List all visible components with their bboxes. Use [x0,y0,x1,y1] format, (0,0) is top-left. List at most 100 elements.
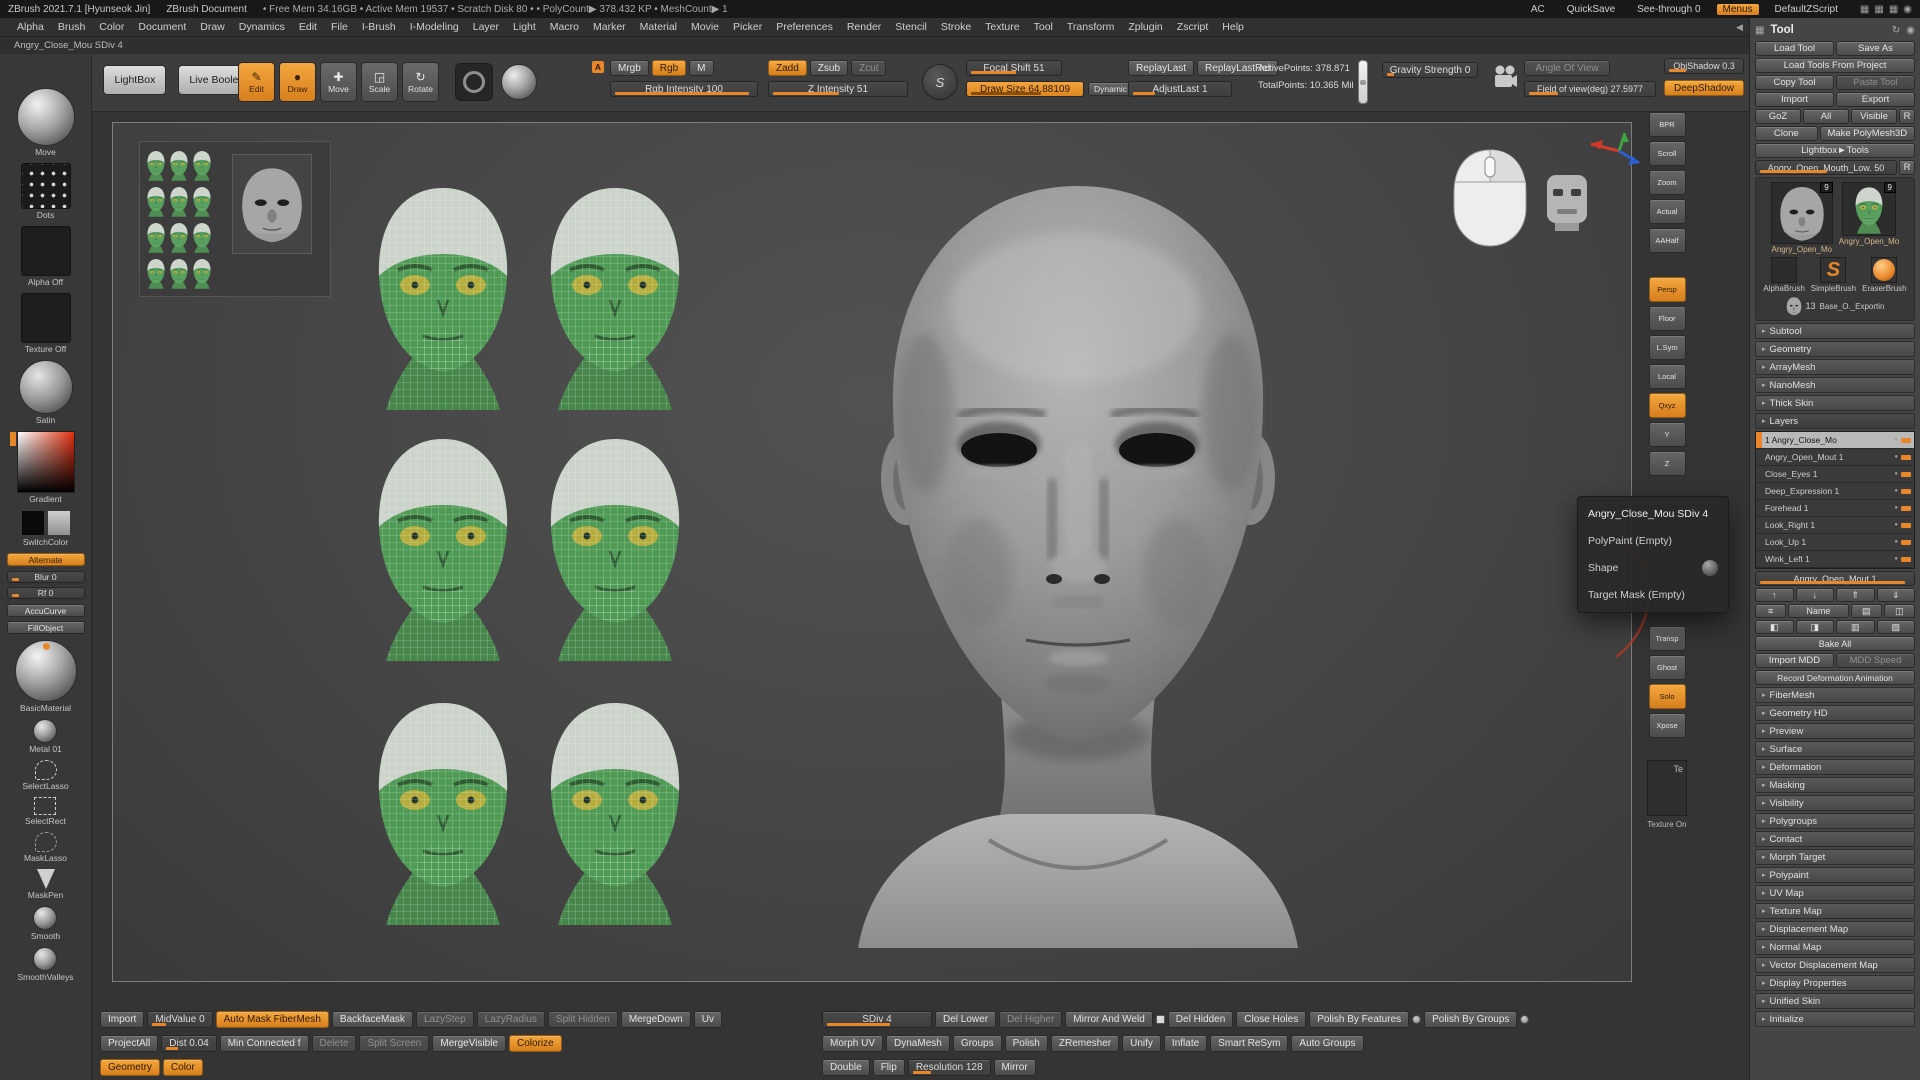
dynamic-button[interactable]: Dynamic [1088,82,1133,96]
bake-all-button[interactable]: Bake All [1755,636,1915,651]
menu-item[interactable]: Color [92,20,131,34]
menu-item[interactable]: Macro [543,20,586,34]
export-button[interactable]: Export [1836,92,1915,107]
zsub-button[interactable]: Zsub [810,60,848,76]
bottom-button[interactable]: Geometry [100,1059,160,1076]
bottom-button[interactable]: Mirror And Weld [1065,1011,1153,1028]
bottom-button[interactable]: Resolution 128 [908,1059,991,1076]
document-canvas[interactable] [112,122,1632,982]
switch-color[interactable]: SwitchColor [21,510,71,553]
stroke-type-icon[interactable]: S [922,64,958,100]
layers-section-header[interactable]: ▸ Layers [1755,413,1915,429]
bottom-button[interactable]: Inflate [1164,1035,1207,1052]
tool-name-slider[interactable]: Angry_Open_Mouth_Low. 50 [1755,160,1897,175]
layer-delete-button[interactable]: ⇓ [1877,588,1916,602]
lightbox-button[interactable]: LightBox [103,65,166,95]
angle-of-view-button[interactable]: Angle Of View [1524,60,1610,76]
mask-lasso-item[interactable]: MaskLasso [24,832,67,869]
draw-size-slider[interactable]: Draw Size 64.88109 [966,81,1084,97]
alternate-button[interactable]: Alternate [7,553,85,566]
layer-row[interactable]: Deep_Expression 1 ● [1756,483,1914,500]
menu-item[interactable]: Marker [586,20,633,34]
deep-shadow-button[interactable]: DeepShadow [1664,80,1744,96]
current-texture[interactable]: Texture Off [21,293,71,360]
bottom-button[interactable]: ProjectAll [100,1035,158,1052]
scale-button[interactable]: ◲ Scale [361,62,398,102]
menu-item[interactable]: Dynamics [232,20,292,34]
menu-item[interactable]: Edit [292,20,324,34]
rgb-button[interactable]: Rgb [652,60,686,76]
menu-item[interactable]: Stroke [934,20,978,34]
tool-r-button[interactable]: R [1899,160,1915,175]
popup-menu-item[interactable]: PolyPaint (Empty) [1578,527,1728,554]
goz-button[interactable]: GoZ [1755,109,1801,124]
current-brush[interactable]: Move [17,88,75,163]
layer-intensity-nub[interactable] [1901,489,1911,494]
accucurve-button[interactable]: AccuCurve [7,604,85,617]
menu-item[interactable]: Transform [1060,20,1121,34]
layer-row[interactable]: 1 Angry_Close_Mo ● [1756,432,1914,449]
palette-refresh-icon[interactable]: ↻ [1892,25,1900,36]
bottom-button[interactable]: LazyRadius [477,1011,545,1028]
main-color-swatch[interactable] [21,510,45,536]
fillobject-button[interactable]: FillObject [7,621,85,634]
bottom-button[interactable]: Flip [873,1059,905,1076]
layer-intensity-nub[interactable] [1901,506,1911,511]
zadd-button[interactable]: Zadd [768,60,807,76]
layer-down-button[interactable]: ↓ [1796,588,1835,602]
mask-pen-item[interactable]: MaskPen [28,869,63,906]
titlebar-button[interactable]: AC [1525,4,1551,15]
menu-item[interactable]: File [324,20,355,34]
select-lasso-item[interactable]: SelectLasso [22,760,68,797]
bottom-button[interactable]: Del Hidden [1168,1011,1233,1028]
menu-item[interactable]: Render [840,20,888,34]
layer-intensity-nub[interactable] [1901,438,1911,443]
bottom-button[interactable]: MergeVisible [432,1035,506,1052]
layer-row[interactable]: Close_Eyes 1 ● [1756,466,1914,483]
tool-section-bar[interactable]: ▸ Initialize [1755,1011,1915,1027]
bottom-button[interactable]: LazyStep [416,1011,474,1028]
tool-section-bar[interactable]: ▸ Deformation [1755,759,1915,775]
save-as-button[interactable]: Save As [1836,41,1915,56]
second-tool-thumb[interactable]: 9 Angry_Open_Mo [1839,182,1899,246]
layer-intensity-nub[interactable] [1901,557,1911,562]
lightbox-tools-button[interactable]: Lightbox►Tools [1755,143,1915,158]
tool-section-bar[interactable]: ▸ NanoMesh [1755,377,1915,393]
bottom-button[interactable]: Morph UV [822,1035,883,1052]
z-intensity-slider[interactable]: Z Intensity 51 [768,81,908,97]
tool-section-bar[interactable]: ▸ Unified Skin [1755,993,1915,1009]
popup-menu-item[interactable]: Shape [1578,554,1728,581]
tool-section-bar[interactable]: ▸ Displacement Map [1755,921,1915,937]
menu-item[interactable]: Alpha [10,20,51,34]
bottom-button[interactable]: MidValue 0 [147,1011,212,1028]
bottom-button[interactable]: Color [163,1059,203,1076]
menu-item[interactable]: Draw [193,20,232,34]
bottom-button[interactable]: Double [822,1059,870,1076]
secondary-color-swatch[interactable] [47,510,71,536]
right-shelf-button[interactable]: Actual [1649,199,1686,224]
points-vertical-slider[interactable] [1358,60,1368,104]
right-shelf-button[interactable]: Ghost [1649,655,1686,680]
menu-item[interactable]: I-Brush [355,20,403,34]
layer-half1-button[interactable]: ◧ [1755,620,1794,634]
right-shelf-button[interactable]: Persp [1649,277,1686,302]
field-of-view-slider[interactable]: Field of view(deg) 27.5977 [1524,81,1656,97]
right-shelf-button[interactable]: Solo [1649,684,1686,709]
bottom-button[interactable]: BackfaceMask [332,1011,413,1028]
tool-section-bar[interactable]: ▸ Subtool [1755,323,1915,339]
material-preview-icon[interactable] [501,64,537,100]
menu-item[interactable]: Picker [726,20,769,34]
menu-item[interactable]: I-Modeling [403,20,466,34]
layer-up-button[interactable]: ↑ [1755,588,1794,602]
menu-item[interactable]: Help [1215,20,1251,34]
reference-thumbnail-panel[interactable] [139,141,331,297]
palette-circle-icon[interactable]: ◉ [1906,25,1915,36]
tool-section-bar[interactable]: ▸ Thick Skin [1755,395,1915,411]
bottom-button[interactable]: DynaMesh [886,1035,950,1052]
right-shelf-button[interactable]: Scroll [1649,141,1686,166]
edit-button[interactable]: ✎ Edit [238,62,275,102]
alpha-brush-thumb[interactable]: AlphaBrush [1763,257,1804,293]
goz-visible-button[interactable]: Visible [1851,109,1897,124]
tool-section-bar[interactable]: ▸ Morph Target [1755,849,1915,865]
blur-slider[interactable]: Blur 0 [7,571,85,583]
